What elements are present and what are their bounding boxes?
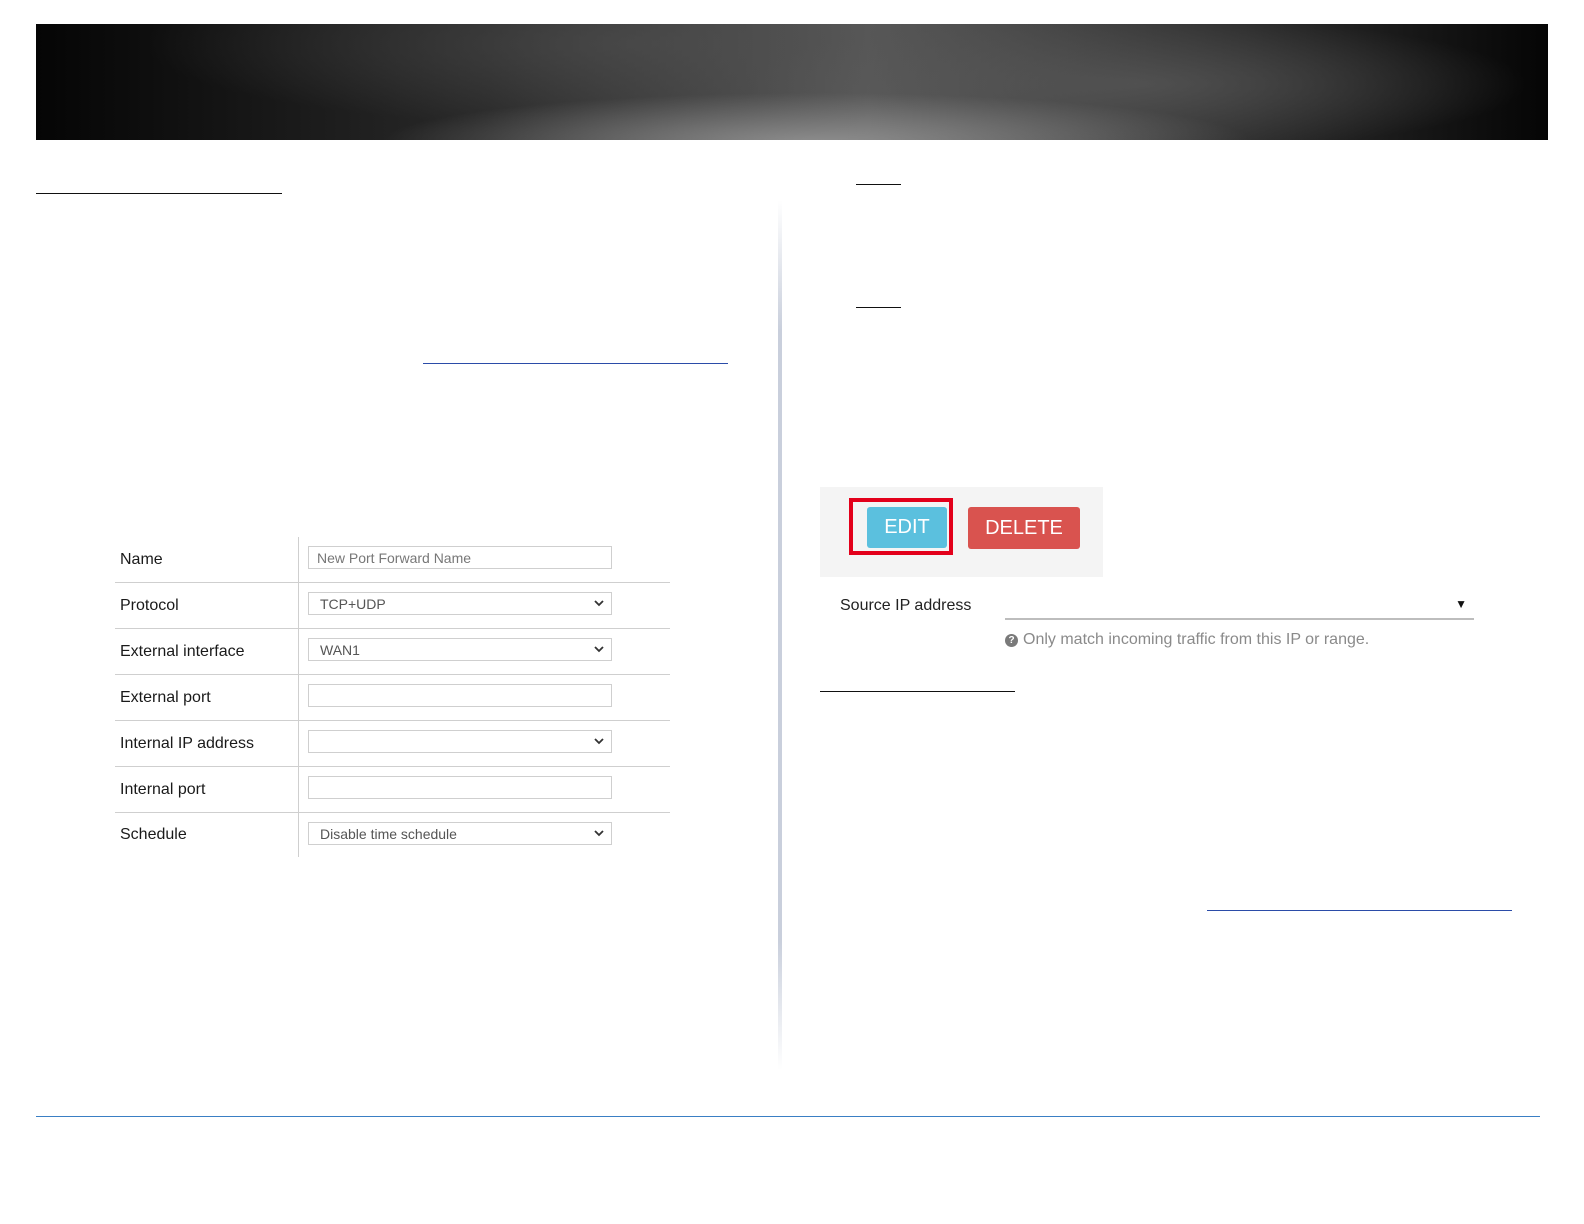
row-divider	[298, 675, 299, 720]
chevron-down-icon	[594, 600, 604, 607]
form-row-internal-port: Internal port	[115, 767, 670, 813]
form-row-protocol: Protocol TCP+UDP	[115, 583, 670, 629]
note-underline-1	[856, 184, 901, 185]
note-underline-2	[856, 307, 901, 308]
row-divider	[298, 537, 299, 582]
source-ip-help-text: Only match incoming traffic from this IP…	[1023, 631, 1370, 648]
external-port-input[interactable]	[308, 684, 612, 707]
link-underline-right	[1207, 910, 1512, 911]
heading-underline-left	[36, 193, 282, 194]
external-interface-select[interactable]: WAN1	[308, 638, 612, 661]
protocol-select[interactable]: TCP+UDP	[308, 592, 612, 615]
chevron-down-icon	[594, 738, 604, 745]
name-label: Name	[120, 550, 163, 568]
form-row-name: Name New Port Forward Name	[115, 537, 670, 583]
row-divider	[298, 629, 299, 674]
external-port-label: External port	[120, 688, 211, 706]
internal-ip-label: Internal IP address	[120, 734, 255, 752]
protocol-label: Protocol	[120, 596, 179, 614]
row-divider	[298, 767, 299, 812]
row-divider	[298, 583, 299, 628]
link-underline-left	[423, 363, 728, 364]
chevron-down-icon	[594, 646, 604, 653]
footer-rule	[36, 1116, 1540, 1117]
external-interface-value: WAN1	[320, 641, 360, 658]
source-ip-label: Source IP address	[840, 597, 972, 614]
form-row-schedule: Schedule Disable time schedule	[115, 813, 670, 857]
question-circle-icon: ?	[1005, 633, 1018, 647]
heading-underline-right	[820, 691, 1015, 692]
schedule-select[interactable]: Disable time schedule	[308, 822, 612, 845]
schedule-label: Schedule	[120, 826, 187, 843]
protocol-value: TCP+UDP	[320, 595, 386, 612]
schedule-value: Disable time schedule	[320, 825, 457, 842]
form-row-external-interface: External interface WAN1	[115, 629, 670, 675]
column-divider	[778, 200, 782, 1070]
row-divider	[298, 721, 299, 766]
row-divider	[298, 813, 299, 857]
internal-port-input[interactable]	[308, 776, 612, 799]
internal-ip-select[interactable]	[308, 730, 612, 753]
internal-port-label: Internal port	[120, 780, 206, 798]
form-row-external-port: External port	[115, 675, 670, 721]
edit-button-highlight	[849, 498, 953, 555]
port-forward-form: Name New Port Forward Name Protocol TCP+…	[115, 537, 670, 857]
name-input[interactable]: New Port Forward Name	[308, 546, 612, 569]
chevron-down-icon	[594, 830, 604, 837]
form-row-internal-ip: Internal IP address	[115, 721, 670, 767]
source-ip-select[interactable]: ▼	[1005, 593, 1474, 620]
delete-button[interactable]: DELETE	[968, 507, 1080, 549]
caret-down-icon: ▼	[1455, 597, 1467, 611]
header-banner	[36, 24, 1548, 140]
external-interface-label: External interface	[120, 642, 245, 660]
source-ip-help: ? Only match incoming traffic from this …	[1005, 631, 1369, 649]
